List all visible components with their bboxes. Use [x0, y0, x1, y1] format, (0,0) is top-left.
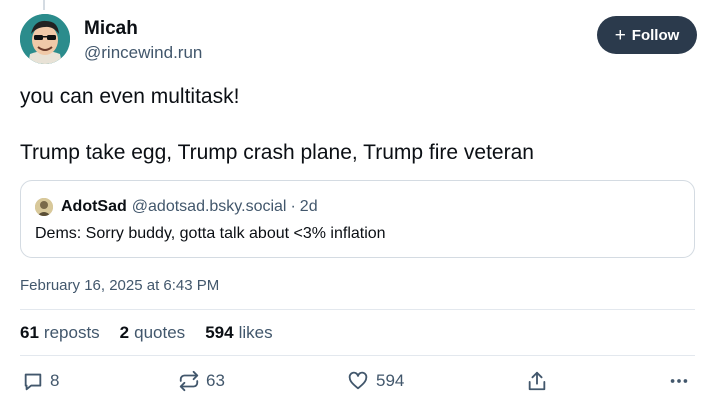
- quoted-author-avatar: [35, 198, 53, 216]
- action-bar: 8 63 594: [0, 370, 709, 400]
- reply-count: 8: [50, 371, 60, 390]
- quotes-stat[interactable]: 2 quotes: [120, 323, 186, 343]
- like-button[interactable]: 594: [346, 370, 404, 392]
- likes-stat[interactable]: 594 likes: [205, 323, 272, 343]
- thread-line: [43, 0, 45, 10]
- author-avatar[interactable]: [20, 14, 70, 64]
- divider: [20, 309, 695, 310]
- reply-button[interactable]: 8: [22, 370, 59, 392]
- share-icon: [528, 371, 546, 391]
- quotes-label: quotes: [134, 323, 186, 342]
- post-text: you can even multitask! Trump take egg, …: [20, 83, 690, 167]
- post-header: Micah @rincewind.run + Follow: [20, 14, 697, 66]
- plus-icon: +: [614, 24, 626, 46]
- post-text-line-2: Trump take egg, Trump crash plane, Trump…: [20, 141, 534, 164]
- follow-button[interactable]: + Follow: [597, 16, 697, 54]
- quoted-post-header: AdotSad @adotsad.bsky.social · 2d: [35, 198, 318, 216]
- repost-icon: [179, 370, 199, 392]
- follow-button-label: Follow: [631, 26, 680, 44]
- share-button[interactable]: [526, 370, 548, 392]
- like-count: 594: [376, 371, 405, 390]
- post-timestamp[interactable]: February 16, 2025 at 6:43 PM: [20, 277, 219, 294]
- quoted-separator: ·: [290, 198, 296, 215]
- quoted-author-name: AdotSad: [61, 198, 127, 215]
- repost-count: 63: [206, 371, 225, 390]
- reply-icon: [24, 373, 42, 391]
- post-text-line-1: you can even multitask!: [20, 85, 240, 108]
- quoted-post[interactable]: AdotSad @adotsad.bsky.social · 2d Dems: …: [20, 180, 695, 258]
- reposts-label: reposts: [43, 323, 100, 342]
- engagement-stats: 61 reposts 2 quotes 594 likes: [20, 323, 293, 343]
- divider: [20, 355, 695, 356]
- quoted-time: 2d: [299, 198, 318, 215]
- author-handle[interactable]: @rincewind.run: [84, 42, 202, 64]
- reposts-count: 61: [20, 323, 39, 342]
- quoted-post-text: Dems: Sorry buddy, gotta talk about <3% …: [35, 225, 386, 242]
- more-options-button[interactable]: [668, 370, 690, 392]
- more-icon: [670, 379, 688, 383]
- reposts-stat[interactable]: 61 reposts: [20, 323, 100, 343]
- likes-count: 594: [205, 323, 234, 342]
- quotes-count: 2: [119, 323, 130, 342]
- like-icon: [348, 371, 368, 390]
- likes-label: likes: [238, 323, 273, 342]
- repost-button[interactable]: 63: [178, 370, 225, 392]
- author-names: Micah @rincewind.run: [84, 18, 202, 64]
- author-display-name[interactable]: Micah: [84, 18, 202, 40]
- quoted-author-handle: @adotsad.bsky.social: [131, 198, 287, 215]
